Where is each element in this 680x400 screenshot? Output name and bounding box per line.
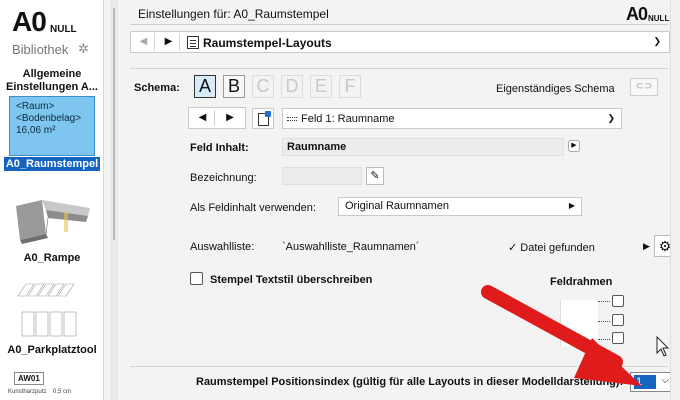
pencil-icon[interactable]: ✎	[366, 167, 384, 185]
auswahlliste-value: `Auswahlliste_Raumnamen´	[282, 241, 420, 253]
sidebar-scrollbar[interactable]	[113, 8, 115, 240]
feldinhalt-verwenden-value: Original Raumnamen	[345, 200, 449, 212]
previous-field-button[interactable]: ◀	[191, 110, 215, 126]
gear-icon: ✲	[78, 41, 89, 56]
sidebar-item-parkplatztool[interactable]: A0_Parkplatztool	[0, 344, 103, 357]
datei-status: ✓ Datei gefunden	[508, 242, 595, 254]
mouse-cursor-icon	[656, 336, 670, 357]
logo-text: A0	[626, 4, 648, 24]
sidebar-item-allgemeine-einstellungen[interactable]: Allgemeine Einstellungen A...	[0, 68, 103, 94]
page-title: Einstellungen für: A0_Raumstempel	[138, 7, 329, 21]
rampe-thumbnail[interactable]	[12, 188, 92, 246]
sidebar-item-rampe[interactable]: A0_Rampe	[0, 252, 103, 265]
logo-library-label: Bibliothek	[12, 42, 69, 57]
aw01-caption-thickness: 0,5 cm	[53, 389, 72, 395]
play-icon[interactable]: ▶	[568, 140, 580, 152]
a0null-logo: A0 NULL	[626, 4, 670, 26]
thumbnail-line: <Bodenbelag>	[16, 113, 82, 124]
layout-name[interactable]: Raumstempel-Layouts	[203, 36, 332, 50]
auswahlliste-label: Auswahlliste:	[190, 241, 255, 253]
a0null-library-logo: A0 NULL Bibliothek ✲	[10, 6, 94, 58]
play-icon[interactable]: ▶	[643, 241, 650, 252]
next-layout-button[interactable]: ▶	[158, 33, 180, 51]
bezeichnung-field[interactable]	[282, 167, 362, 185]
logo-subtext: NULL	[648, 14, 670, 23]
logo-text: A0	[12, 6, 47, 37]
divider	[130, 24, 668, 25]
textstil-checkbox[interactable]	[190, 272, 203, 285]
thumbnail-line: <Raum>	[16, 101, 55, 112]
layout-selector[interactable]: ◀ ▶ Raumstempel-Layouts ❯	[130, 31, 670, 53]
raumstempel-thumbnail[interactable]: <Raum> <Bodenbelag> 16,06 m²	[9, 96, 95, 156]
chevron-right-icon[interactable]: ❯	[653, 36, 661, 47]
link-icon[interactable]: ⊂⊃	[630, 78, 658, 96]
aw01-caption-material: Kunstharzputz	[8, 389, 47, 395]
thumbnail-line: 16,06 m²	[16, 125, 56, 136]
edit-field-icon[interactable]	[252, 108, 274, 129]
previous-layout-button[interactable]: ◀	[133, 33, 155, 51]
aw01-caption: Kunstharzputz 0,5 cm	[8, 389, 71, 395]
red-annotation-arrow	[481, 285, 642, 386]
sidebar-item-aw01[interactable]: AW01	[14, 372, 44, 385]
eigenstaendiges-schema-label: Eigenständiges Schema	[496, 83, 615, 95]
feld-inhalt-field[interactable]: Raumname	[282, 138, 564, 156]
field-select-value: Feld 1: Raumname	[301, 113, 395, 125]
layout-document-icon	[187, 36, 199, 49]
bezeichnung-label: Bezeichnung:	[190, 172, 257, 184]
feld-navigator: ◀ ▶	[188, 107, 246, 129]
logo-subtext: NULL	[50, 24, 77, 35]
schema-f-button[interactable]: F	[339, 75, 361, 98]
feldinhalt-verwenden-select[interactable]: Original Raumnamen ▶	[338, 197, 582, 216]
schema-b-button[interactable]: B	[223, 75, 245, 98]
next-field-button[interactable]: ▶	[218, 110, 242, 126]
divider	[130, 68, 668, 69]
schema-label: Schema:	[134, 82, 180, 94]
library-sidebar: A0 NULL Bibliothek ✲ Allgemeine Einstell…	[0, 0, 104, 400]
sidebar-item-raumstempel[interactable]: A0_Raumstempel	[4, 157, 100, 171]
schema-a-button[interactable]: A	[194, 75, 216, 98]
field-select[interactable]: Feld 1: Raumname ❯	[282, 108, 622, 129]
schema-d-button[interactable]: D	[281, 75, 303, 98]
feldinhalt-verwenden-label: Als Feldinhalt verwenden:	[190, 202, 316, 214]
field-icon	[287, 117, 297, 121]
schema-e-button[interactable]: E	[310, 75, 332, 98]
schema-c-button[interactable]: C	[252, 75, 274, 98]
textstil-label: Stempel Textstil überschreiben	[210, 274, 373, 286]
feld-inhalt-label: Feld Inhalt:	[190, 142, 249, 154]
chevron-right-icon: ❯	[607, 113, 615, 123]
chevron-right-icon: ▶	[568, 201, 575, 210]
parkplatz-thumbnail[interactable]	[14, 278, 88, 340]
